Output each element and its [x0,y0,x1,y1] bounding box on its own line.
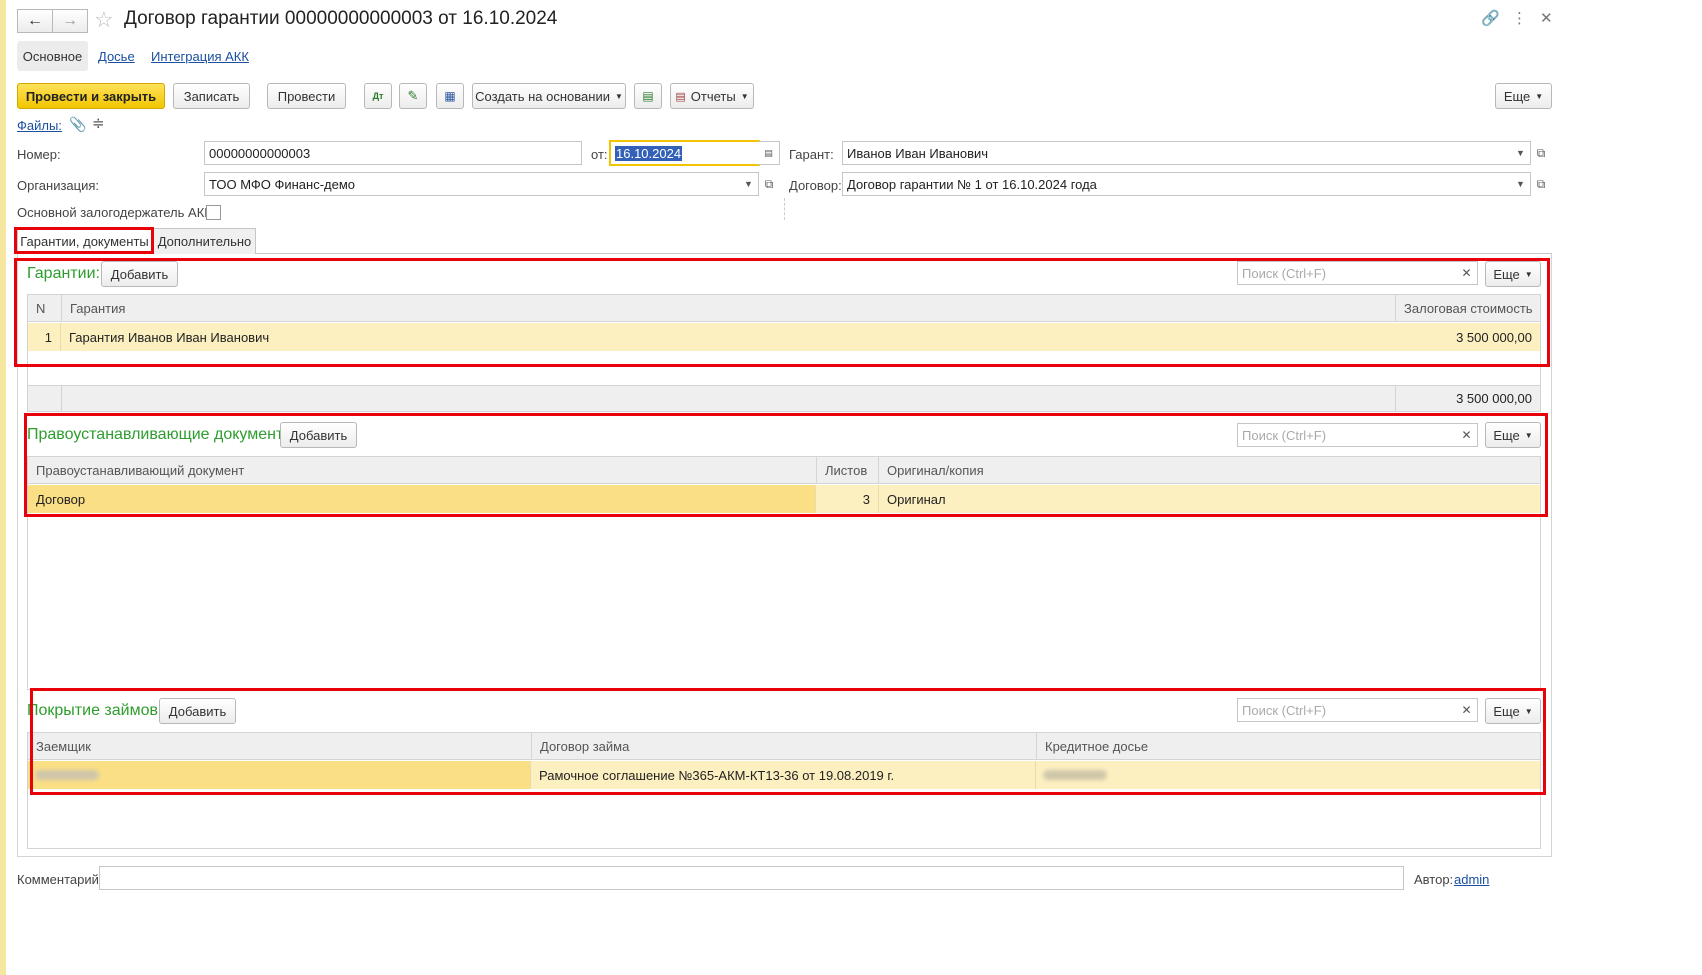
date-value: 16.10.2024 [615,145,683,161]
tab-dossier[interactable]: Досье [98,49,135,64]
highlight-title-docs [24,413,1548,517]
date-field[interactable]: 16.10.2024 [609,140,760,166]
save-button[interactable]: Записать [173,83,250,109]
guarantees-total: 3 500 000,00 [1456,390,1532,406]
column-divider [784,198,785,220]
dt-kt-movements-icon[interactable]: Дт [364,83,392,109]
tab-akk-integration[interactable]: Интеграция АКК [151,49,249,64]
main-pledge-label: Основной залогодержатель АКК: [17,205,216,220]
author-label: Автор: [1414,872,1454,887]
guarantor-label: Гарант: [789,147,834,162]
create-based-on-label: Создать на основании [475,88,610,104]
chevron-down-icon: ▼ [614,91,623,101]
structure-icon[interactable]: ▦ [436,83,464,109]
favorite-star-icon[interactable]: ☆ [94,7,114,33]
paperclip-icon[interactable]: 📎 [69,116,86,133]
post-button[interactable]: Провести [267,83,346,109]
footer-divider [61,385,62,411]
chevron-down-icon: ▼ [1535,91,1544,101]
guarantor-field[interactable]: Иванов Иван Иванович [842,141,1512,165]
number-label: Номер: [17,147,61,162]
comment-input[interactable] [99,866,1404,890]
tab-main-label: Основное [22,48,83,64]
calendar-icon[interactable]: ▤ [758,141,780,165]
more-label: Еще [1503,88,1531,104]
post-and-close-button[interactable]: Провести и закрыть [17,83,165,109]
more-button[interactable]: Еще ▼ [1495,83,1552,109]
contract-label: Договор: [789,178,842,193]
tab-main[interactable]: Основное [17,41,88,71]
contract-field[interactable]: Договор гарантии № 1 от 16.10.2024 года [842,172,1512,196]
files-link[interactable]: Файлы: [17,118,62,133]
organization-label: Организация: [17,178,100,193]
page-title: Договор гарантии 00000000000003 от 16.10… [124,8,558,29]
guarantor-dropdown-icon[interactable]: ▼ [1511,141,1531,165]
window-left-strip [0,0,6,975]
guarantor-open-icon[interactable]: ⧉ [1531,141,1551,165]
arrow-right-icon: → [62,12,78,29]
author-link[interactable]: admin [1454,872,1489,887]
highlight-tab [14,227,154,254]
contract-dropdown-icon[interactable]: ▼ [1511,172,1531,196]
link-icon[interactable]: 🔗 [1481,9,1500,27]
organization-open-icon[interactable]: ⧉ [759,172,779,196]
organization-dropdown-icon[interactable]: ▼ [739,172,759,196]
contract-open-icon[interactable]: ⧉ [1531,172,1551,196]
tab-additional[interactable]: Дополнительно [153,228,256,254]
edit-icon[interactable]: ✎ [399,83,427,109]
reports-label: Отчеты [690,88,736,104]
organization-field[interactable]: ТОО МФО Финанс-демо [204,172,740,196]
highlight-loans [30,688,1546,795]
comment-label: Комментарий: [17,872,103,887]
print-icon[interactable]: ▤ [634,83,662,109]
close-icon[interactable]: ✕ [1540,9,1553,27]
guarantees-footer [28,385,1540,411]
back-button[interactable]: ← [17,9,53,33]
chevron-down-icon: ▼ [740,91,749,101]
report-icon: ▤ [675,90,686,103]
more-vertical-icon[interactable]: ⋮ [1512,9,1527,27]
highlight-guarantees [14,258,1550,367]
arrow-left-icon: ← [27,12,43,29]
create-based-on-button[interactable]: Создать на основании ▼ [472,83,626,109]
main-pledge-checkbox[interactable] [206,205,221,220]
reports-button[interactable]: ▤ Отчеты ▼ [670,83,754,109]
forward-button[interactable]: → [52,9,88,33]
signature-icon[interactable]: ≑ [92,114,105,132]
number-field[interactable]: 00000000000003 [204,141,582,165]
date-label: от: [591,147,608,162]
